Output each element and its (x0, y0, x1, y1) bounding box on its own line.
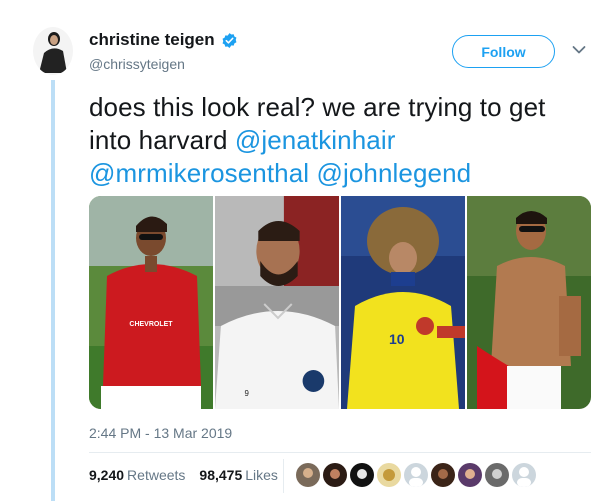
photo-white-jersey-player: 9 (215, 196, 339, 409)
liker-avatar[interactable] (323, 463, 347, 487)
jersey-number-text: 9 (245, 389, 250, 398)
avatar[interactable] (33, 27, 73, 75)
avatar-image (33, 27, 73, 75)
liker-avatar[interactable] (296, 463, 320, 487)
mention-link[interactable]: @mrmikerosenthal (89, 158, 309, 188)
photo-red-jersey-player: CHEVROLET (89, 196, 213, 409)
tweet-text-line-1: does this look real? we are trying to ge… (89, 92, 546, 122)
verified-badge-icon (222, 32, 237, 48)
jersey-sponsor-text: CHEVROLET (129, 321, 173, 328)
tweet-text-line-2: into harvard @jenatkinhair (89, 125, 396, 155)
liker-avatars (296, 463, 536, 487)
tweet-timestamp[interactable]: 2:44 PM - 13 Mar 2019 (89, 425, 232, 441)
thread-line (51, 80, 55, 501)
media-tile-white-jersey[interactable]: 9 (215, 196, 339, 409)
media-tile-red-jersey[interactable]: CHEVROLET (89, 196, 213, 409)
media-tile-shirtless-player[interactable] (467, 196, 591, 409)
tweet-stats: 9,240 Retweets 98,475 Likes (89, 467, 278, 483)
jersey-number-text: 10 (389, 331, 405, 347)
photo-yellow-jersey-player: 10 (341, 196, 465, 409)
display-name[interactable]: christine teigen (89, 30, 215, 50)
divider (89, 452, 591, 453)
liker-avatar[interactable] (512, 463, 536, 487)
liker-avatar[interactable] (458, 463, 482, 487)
stats-separator (283, 459, 284, 493)
liker-avatar[interactable] (431, 463, 455, 487)
tweet-text-line-3: @mrmikerosenthal @johnlegend (89, 157, 589, 190)
mention-link[interactable]: @jenatkinhair (235, 125, 396, 155)
tweet-text: does this look real? we are trying to ge… (89, 91, 589, 190)
chevron-down-icon[interactable] (572, 44, 586, 56)
mention-link[interactable]: @johnlegend (317, 158, 472, 188)
user-handle[interactable]: @chrissyteigen (89, 56, 185, 72)
tweet-media[interactable]: CHEVROLET 9 10 (89, 196, 591, 409)
liker-avatar[interactable] (404, 463, 428, 487)
liker-avatar[interactable] (485, 463, 509, 487)
likes-stat[interactable]: 98,475 Likes (199, 467, 278, 483)
media-tile-yellow-jersey[interactable]: 10 (341, 196, 465, 409)
follow-button[interactable]: Follow (452, 35, 555, 68)
liker-avatar[interactable] (350, 463, 374, 487)
retweets-stat[interactable]: 9,240 Retweets (89, 467, 185, 483)
photo-shirtless-player (467, 196, 591, 409)
liker-avatar[interactable] (377, 463, 401, 487)
